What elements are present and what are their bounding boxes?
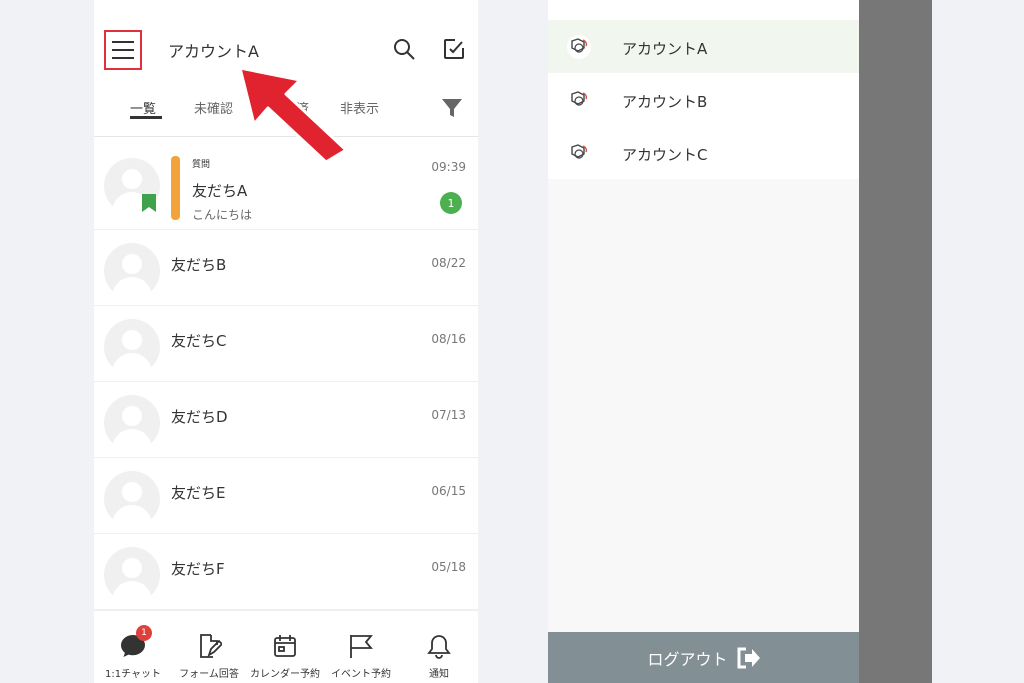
menu-icon-line [112, 57, 134, 59]
menu-icon-line [112, 41, 134, 43]
friend-name: 友だちF [171, 560, 225, 578]
tab-unconfirmed[interactable]: 未確認 [194, 98, 233, 117]
friend-name: 友だちC [171, 332, 227, 350]
calendar-icon [274, 635, 296, 657]
bookmark-icon [142, 194, 156, 212]
menu-icon-line [112, 49, 134, 51]
bell-icon [427, 635, 451, 659]
avatar [104, 471, 160, 527]
nav-label: カレンダー予約 [250, 669, 320, 680]
message-time: 08/22 [431, 256, 466, 270]
tab-all[interactable]: 一覧 [130, 98, 156, 117]
unread-count-badge: 1 [440, 192, 462, 214]
dimmed-background-overlay[interactable] [859, 0, 932, 683]
message-time: 08/16 [431, 332, 466, 346]
logout-button[interactable]: ログアウト [548, 632, 859, 683]
avatar [104, 243, 160, 299]
tag-color-bar [171, 156, 180, 220]
conversation-row[interactable]: 友だちC 08/16 [94, 306, 478, 382]
nav-label: イベント予約 [331, 669, 391, 680]
avatar [104, 319, 160, 375]
menu-top-area [548, 0, 859, 20]
conversation-row[interactable]: 友だちF 05/18 [94, 534, 478, 610]
active-tab-underline [130, 116, 162, 119]
nav-chat[interactable]: 1 1:1チャット [94, 625, 172, 680]
message-time: 09:39 [431, 160, 466, 174]
conversation-row[interactable]: 友だちE 06/15 [94, 458, 478, 534]
account-row-b[interactable]: アカウントB [548, 73, 859, 126]
friend-name: 友だちD [171, 408, 228, 426]
nav-notification[interactable]: 通知 [400, 633, 478, 680]
message-time: 06/15 [431, 484, 466, 498]
pointer-arrow-icon [238, 66, 348, 162]
conversation-tag: 質問 [192, 160, 211, 170]
avatar [104, 395, 160, 451]
menu-button[interactable] [104, 30, 142, 70]
form-pen-icon [200, 634, 222, 658]
nav-form[interactable]: フォーム回答 [170, 633, 248, 680]
friend-name: 友だちE [171, 484, 226, 502]
filter-icon[interactable] [440, 96, 464, 120]
chat-unread-badge: 1 [136, 625, 152, 641]
message-time: 05/18 [431, 560, 466, 574]
account-name: アカウントC [622, 146, 708, 164]
message-preview: こんにちは [192, 208, 253, 222]
avatar [104, 547, 160, 603]
conversation-row[interactable]: 友だちD 07/13 [94, 382, 478, 458]
bottom-navigation: 1 1:1チャット フォーム回答 カレンダー予約 イベント予約 通知 [94, 610, 478, 683]
compose-icon[interactable] [442, 37, 466, 61]
nav-calendar[interactable]: カレンダー予約 [246, 633, 324, 680]
logout-label: ログアウト [647, 649, 728, 669]
account-avatar-icon [567, 35, 591, 59]
conversation-row[interactable]: 友だちB 08/22 [94, 230, 478, 306]
friend-name: 友だちB [171, 256, 227, 274]
chat-list-screen: アカウントA 一覧 未確認 確認済 非表示 質問 友だちA こ [94, 0, 478, 683]
search-icon[interactable] [392, 37, 416, 61]
account-title: アカウントA [168, 42, 259, 61]
friend-name: 友だちA [192, 182, 248, 200]
nav-label: 通知 [429, 669, 449, 680]
nav-label: 1:1チャット [105, 669, 161, 680]
conversation-list: 質問 友だちA こんにちは 09:39 1 友だちB 08/22 友だちC 08… [94, 138, 478, 610]
account-avatar-icon [571, 91, 588, 106]
account-name: アカウントA [622, 40, 708, 58]
account-switch-menu: アカウントA アカウントB アカウントC ログアウト [548, 0, 859, 683]
account-list: アカウントA アカウントB アカウントC [548, 20, 859, 179]
nav-event[interactable]: イベント予約 [322, 633, 400, 680]
nav-label: フォーム回答 [179, 669, 239, 680]
flag-icon [350, 635, 373, 658]
account-row-c[interactable]: アカウントC [548, 126, 859, 179]
account-name: アカウントB [622, 93, 708, 111]
account-avatar-icon [571, 144, 588, 159]
logout-icon [737, 647, 760, 668]
account-row-a[interactable]: アカウントA [548, 20, 859, 73]
message-time: 07/13 [431, 408, 466, 422]
